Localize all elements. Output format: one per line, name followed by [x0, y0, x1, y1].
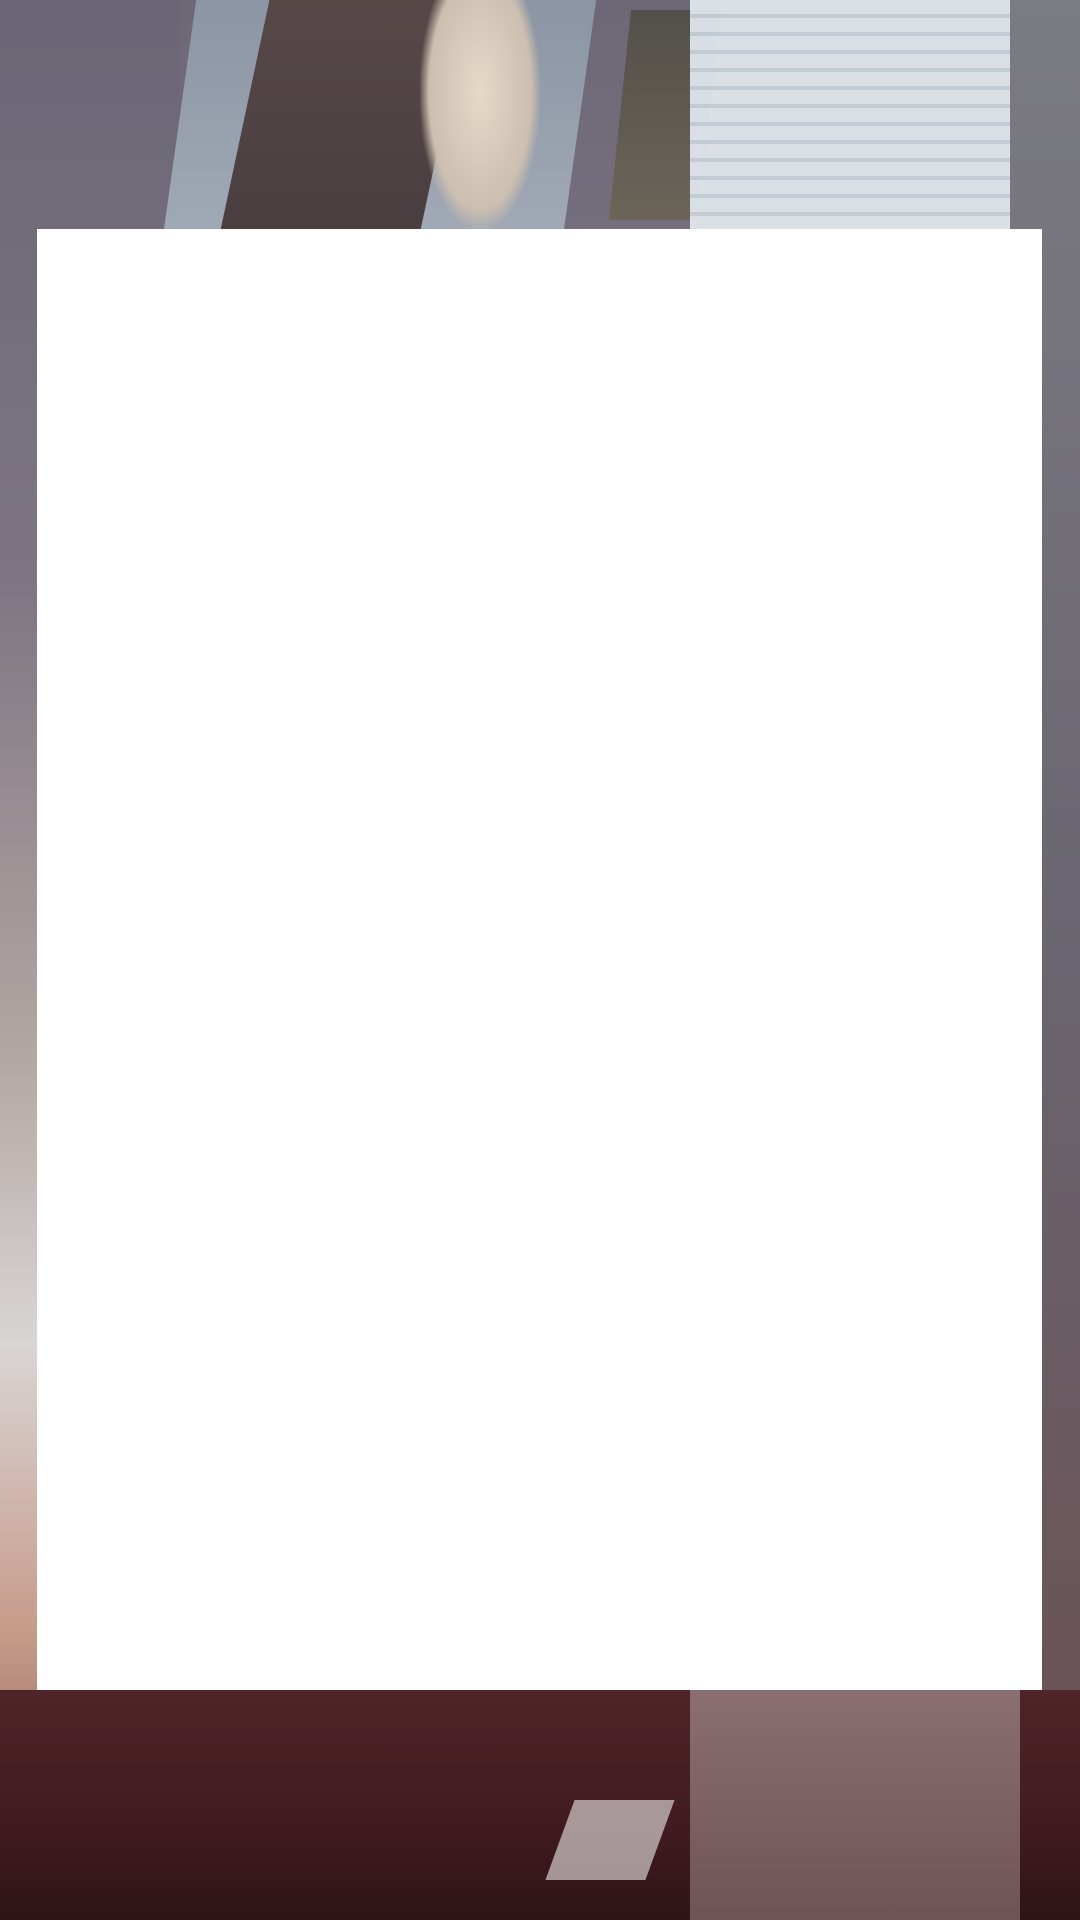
background-window [690, 0, 1020, 230]
background-dog [420, 0, 540, 230]
background-cabinet [690, 1690, 1020, 1920]
blank-overlay-card [37, 229, 1042, 1690]
